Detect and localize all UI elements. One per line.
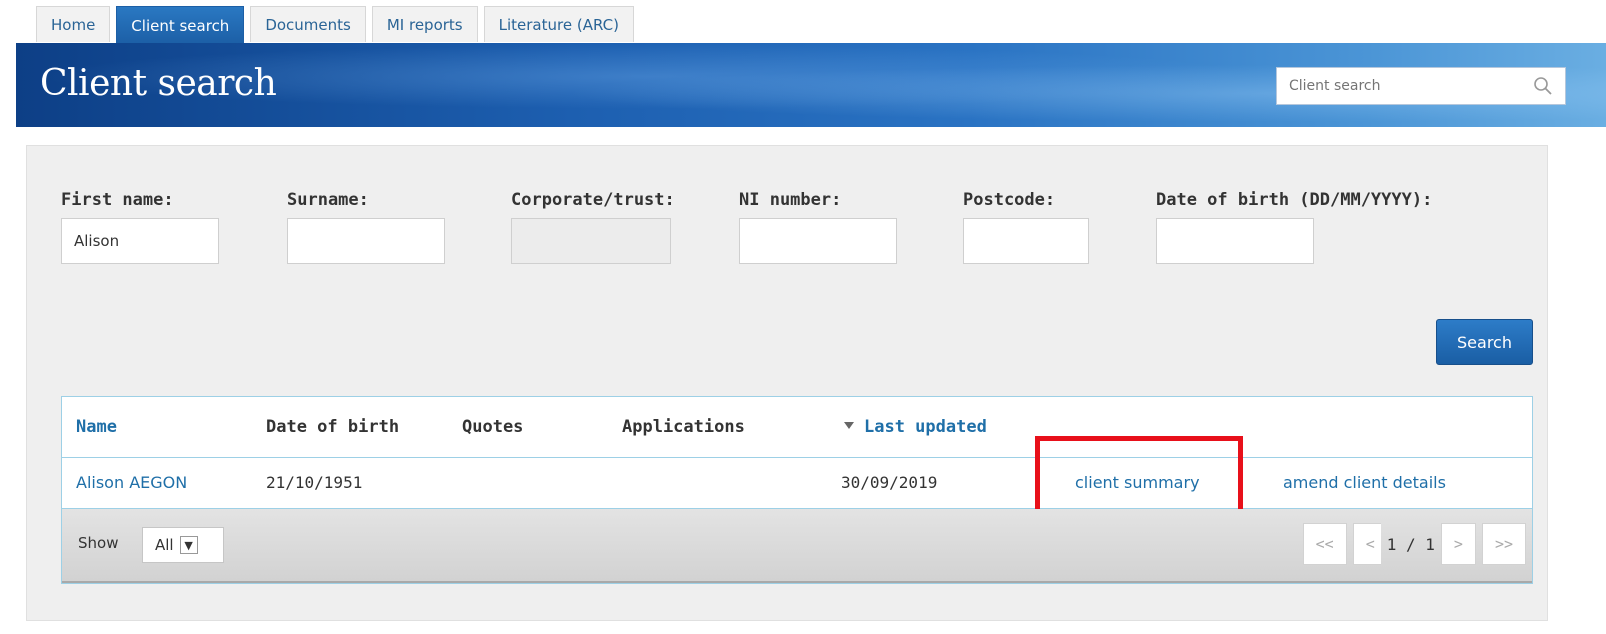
chevron-down-icon: ▼: [179, 536, 198, 554]
row-dob: 21/10/1951: [266, 473, 363, 492]
col-dob[interactable]: Date of birth: [266, 417, 399, 437]
table-header: Name Date of birth Quotes Applications L…: [62, 397, 1532, 457]
corporate-trust-input[interactable]: [511, 218, 671, 264]
banner-search-input[interactable]: [1277, 68, 1517, 104]
postcode-input[interactable]: [963, 218, 1089, 264]
next-page-button[interactable]: >: [1440, 523, 1476, 565]
tab-mi-reports[interactable]: MI reports: [371, 6, 478, 42]
corporate-trust-label: Corporate/trust:: [511, 190, 675, 210]
surname-label: Surname:: [287, 190, 369, 210]
col-applications[interactable]: Applications: [622, 417, 745, 437]
client-summary-link[interactable]: client summary: [1075, 473, 1200, 492]
page-title: Client search: [40, 63, 277, 104]
page-size-select[interactable]: All ▼: [142, 527, 224, 563]
first-page-button[interactable]: <<: [1302, 523, 1347, 565]
table-row: Alison AEGON 21/10/1951 30/09/2019 clien…: [62, 436, 1532, 522]
ni-number-input[interactable]: [739, 218, 897, 264]
tab-documents[interactable]: Documents: [250, 6, 366, 42]
tab-home[interactable]: Home: [36, 6, 111, 42]
search-panel: First name: Surname: Corporate/trust: NI…: [26, 145, 1548, 621]
row-client-name[interactable]: Alison AEGON: [76, 473, 187, 492]
table-footer: Show All ▼ << < 1 / 1 > >>: [62, 509, 1532, 583]
page-banner: Client search: [16, 43, 1606, 127]
prev-page-button[interactable]: <: [1352, 523, 1381, 565]
col-quotes[interactable]: Quotes: [462, 417, 523, 437]
surname-input[interactable]: [287, 218, 445, 264]
page-indicator: 1 / 1: [1386, 534, 1435, 554]
last-page-button[interactable]: >>: [1481, 523, 1526, 565]
search-icon[interactable]: [1533, 76, 1553, 96]
amend-client-details-link[interactable]: amend client details: [1283, 473, 1446, 492]
ni-number-label: NI number:: [739, 190, 842, 210]
dob-label: Date of birth (DD/MM/YYYY):: [1156, 190, 1433, 210]
banner-search-box: [1276, 67, 1566, 105]
first-name-input[interactable]: [61, 218, 219, 264]
col-last-updated-label: Last updated: [864, 417, 987, 437]
search-button[interactable]: Search: [1436, 319, 1533, 365]
main-tabs: Home Client search Documents MI reports …: [36, 6, 640, 44]
pagination: << < 1 / 1 > >>: [1297, 523, 1526, 565]
row-last-updated: 30/09/2019: [841, 473, 938, 492]
col-name[interactable]: Name: [76, 417, 117, 437]
first-name-label: First name:: [61, 190, 174, 210]
sort-desc-icon: [844, 421, 854, 429]
col-last-updated[interactable]: Last updated: [844, 417, 987, 437]
show-label: Show: [78, 534, 119, 552]
tab-client-search[interactable]: Client search: [116, 6, 245, 44]
postcode-label: Postcode:: [963, 190, 1056, 210]
page-size-value: All: [155, 536, 174, 554]
dob-input[interactable]: [1156, 218, 1314, 264]
results-table: Name Date of birth Quotes Applications L…: [61, 396, 1533, 584]
tab-literature[interactable]: Literature (ARC): [483, 6, 634, 42]
